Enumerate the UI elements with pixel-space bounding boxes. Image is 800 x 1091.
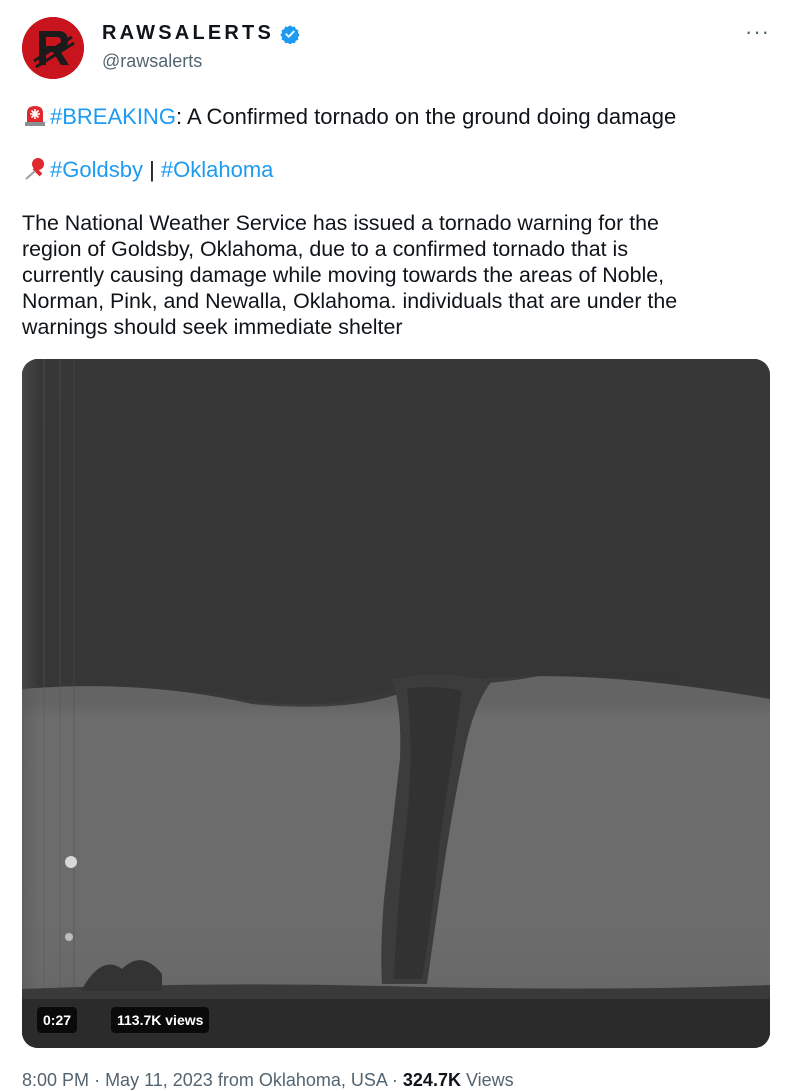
body-line: currently causing damage while moving to… bbox=[22, 263, 665, 287]
tweet: RAWSALERTS @rawsalerts ··· #BREAKING: A … bbox=[0, 0, 800, 1090]
display-name-text: RAWSALERTS bbox=[102, 22, 274, 44]
views-label: Views bbox=[465, 1070, 514, 1090]
more-options-button[interactable]: ··· bbox=[745, 21, 770, 43]
hashtag-separator: | bbox=[142, 157, 161, 182]
breaking-line: #BREAKING: A Confirmed tornado on the gr… bbox=[22, 102, 676, 130]
hashtag-oklahoma[interactable]: #Oklahoma bbox=[161, 157, 274, 182]
body-line: The National Weather Service has issued … bbox=[22, 211, 659, 235]
meta-separator: · bbox=[94, 1070, 106, 1090]
video-duration-badge: 0:27 bbox=[37, 1007, 78, 1033]
verified-badge-icon bbox=[280, 24, 300, 44]
body-line: Norman, Pink, and Newalla, Oklahoma. ind… bbox=[22, 289, 678, 313]
hashtag-breaking[interactable]: #BREAKING bbox=[50, 104, 176, 129]
avatar[interactable] bbox=[22, 17, 84, 79]
hashtag-goldsby[interactable]: #Goldsby bbox=[50, 157, 143, 182]
tweet-date[interactable]: May 11, 2023 bbox=[105, 1070, 213, 1090]
breaking-text: : A Confirmed tornado on the ground doin… bbox=[175, 104, 677, 129]
handle[interactable]: @rawsalerts bbox=[102, 51, 202, 72]
display-name[interactable]: RAWSALERTS bbox=[102, 22, 300, 45]
tweet-body: The National Weather Service has issued … bbox=[22, 210, 762, 340]
tweet-location: from Oklahoma, USA bbox=[217, 1070, 387, 1090]
pushpin-icon bbox=[25, 158, 44, 180]
video-views-badge: 113.7K views bbox=[111, 1007, 210, 1033]
body-line: region of Goldsby, Oklahoma, due to a co… bbox=[22, 237, 629, 261]
tweet-time[interactable]: 8:00 PM bbox=[22, 1070, 89, 1090]
meta-separator: · bbox=[391, 1070, 403, 1090]
rawsalerts-logo-icon bbox=[22, 17, 84, 79]
tornado-video[interactable]: 0:27 113.7K views bbox=[22, 359, 770, 1048]
views-count: 324.7K bbox=[402, 1070, 461, 1090]
location-tags-line: #Goldsby | #Oklahoma bbox=[22, 155, 273, 183]
tornado-video-frame bbox=[22, 359, 770, 1048]
rotating-light-icon bbox=[25, 106, 45, 126]
body-line: warnings should seek immediate shelter bbox=[22, 315, 403, 339]
